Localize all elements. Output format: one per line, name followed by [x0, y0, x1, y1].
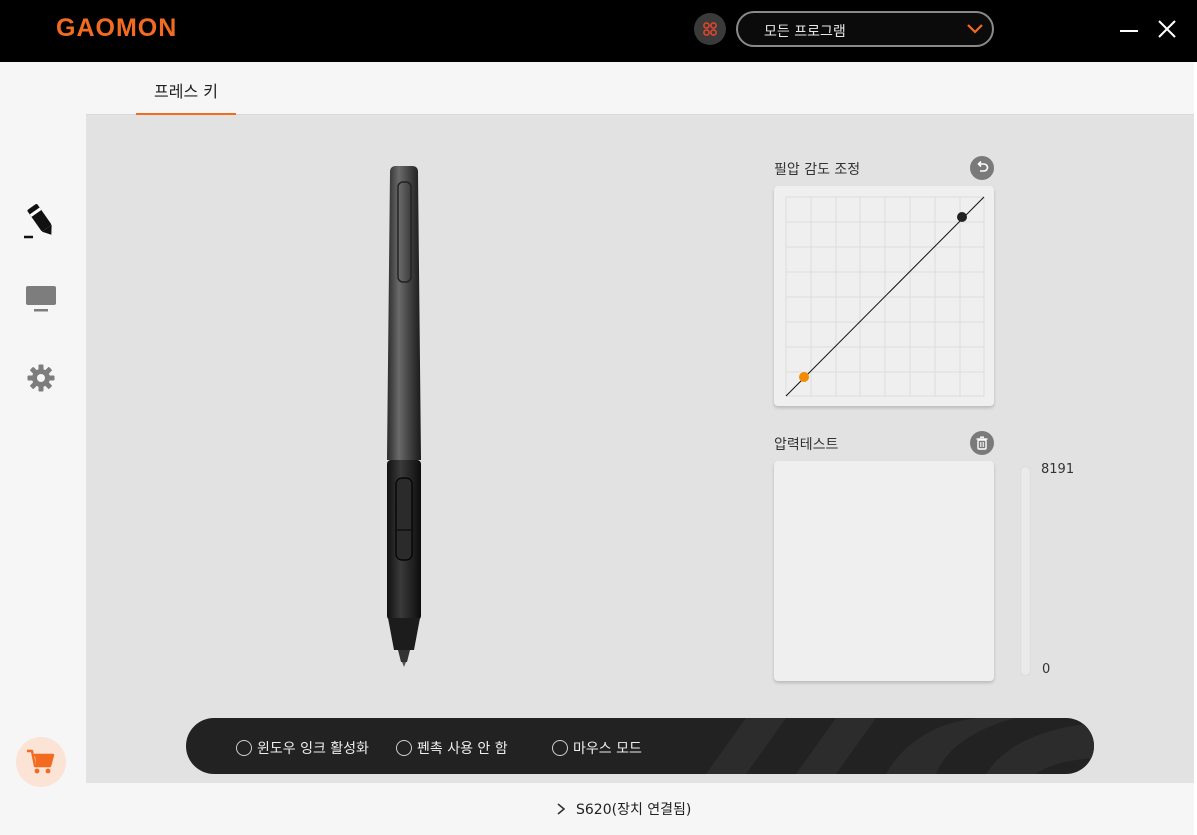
sidebar-item-display[interactable] [20, 277, 62, 319]
mouse-mode-radio[interactable] [552, 740, 568, 756]
pressure-test-title: 압력테스트 [774, 437, 839, 453]
tab-press-keys[interactable]: 프레스 키 [136, 62, 236, 116]
reset-curve-button[interactable] [970, 156, 994, 180]
option-windows-ink[interactable]: 윈도우 잉크 활성화 [236, 738, 369, 758]
gaomon-logo: GAOMON [56, 14, 178, 42]
curve-handle-low[interactable] [799, 372, 809, 382]
option-mouse-mode[interactable]: 마우스 모드 [552, 738, 642, 758]
pressure-level-bar [1020, 466, 1031, 676]
pressure-test-canvas[interactable] [774, 461, 994, 681]
sidebar-item-pen[interactable] [20, 199, 62, 241]
curve-handle-high[interactable] [957, 212, 967, 222]
app-grid-icon [703, 22, 717, 36]
chevron-right-icon [557, 803, 566, 815]
program-select-value: 모든 프로그램 [764, 24, 846, 40]
status-bar: S620(장치 연결됨) [86, 783, 1197, 835]
close-icon[interactable] [1156, 18, 1178, 40]
shop-button[interactable] [16, 737, 66, 787]
disable-tip-radio[interactable] [396, 740, 412, 756]
pressure-curve-graph[interactable] [774, 186, 994, 406]
pen-options-bar: 윈도우 잉크 활성화 펜촉 사용 안 함 마우스 모드 [186, 718, 1094, 774]
device-status-label: S620(장치 연결됨) [576, 802, 692, 818]
option-disable-tip[interactable]: 펜촉 사용 안 함 [396, 738, 508, 758]
tab-label: 프레스 키 [154, 82, 218, 101]
main-panel [86, 115, 1197, 783]
reset-icon [977, 161, 989, 172]
tab-strip: 프레스 키 [86, 62, 1197, 116]
pressure-curve-title: 필압 감도 조정 [774, 162, 861, 178]
chevron-down-icon [967, 24, 983, 34]
pen-icon [24, 204, 52, 239]
pen-illustration [387, 166, 421, 667]
sidebar-item-settings[interactable] [20, 357, 62, 399]
option-label: 펜촉 사용 안 함 [417, 741, 508, 757]
trash-icon [976, 436, 988, 450]
pressure-curve-panel [774, 186, 994, 406]
device-status[interactable]: S620(장치 연결됨) [556, 799, 691, 819]
pressure-max-label: 8191 [1041, 462, 1075, 477]
pressure-min-label: 0 [1042, 662, 1051, 677]
option-label: 윈도우 잉크 활성화 [257, 741, 369, 757]
sidebar [0, 62, 86, 835]
cart-icon [27, 749, 55, 774]
gear-icon [27, 364, 55, 392]
monitor-icon [26, 286, 56, 312]
app-grid-button[interactable] [694, 13, 726, 45]
windows-ink-radio[interactable] [236, 740, 252, 756]
clear-test-button[interactable] [970, 431, 994, 455]
program-select[interactable]: 모든 프로그램 [736, 11, 994, 47]
option-label: 마우스 모드 [573, 741, 642, 757]
title-bar: GAOMON 모든 프로그램 [0, 0, 1197, 62]
minimize-icon[interactable] [1118, 20, 1140, 42]
